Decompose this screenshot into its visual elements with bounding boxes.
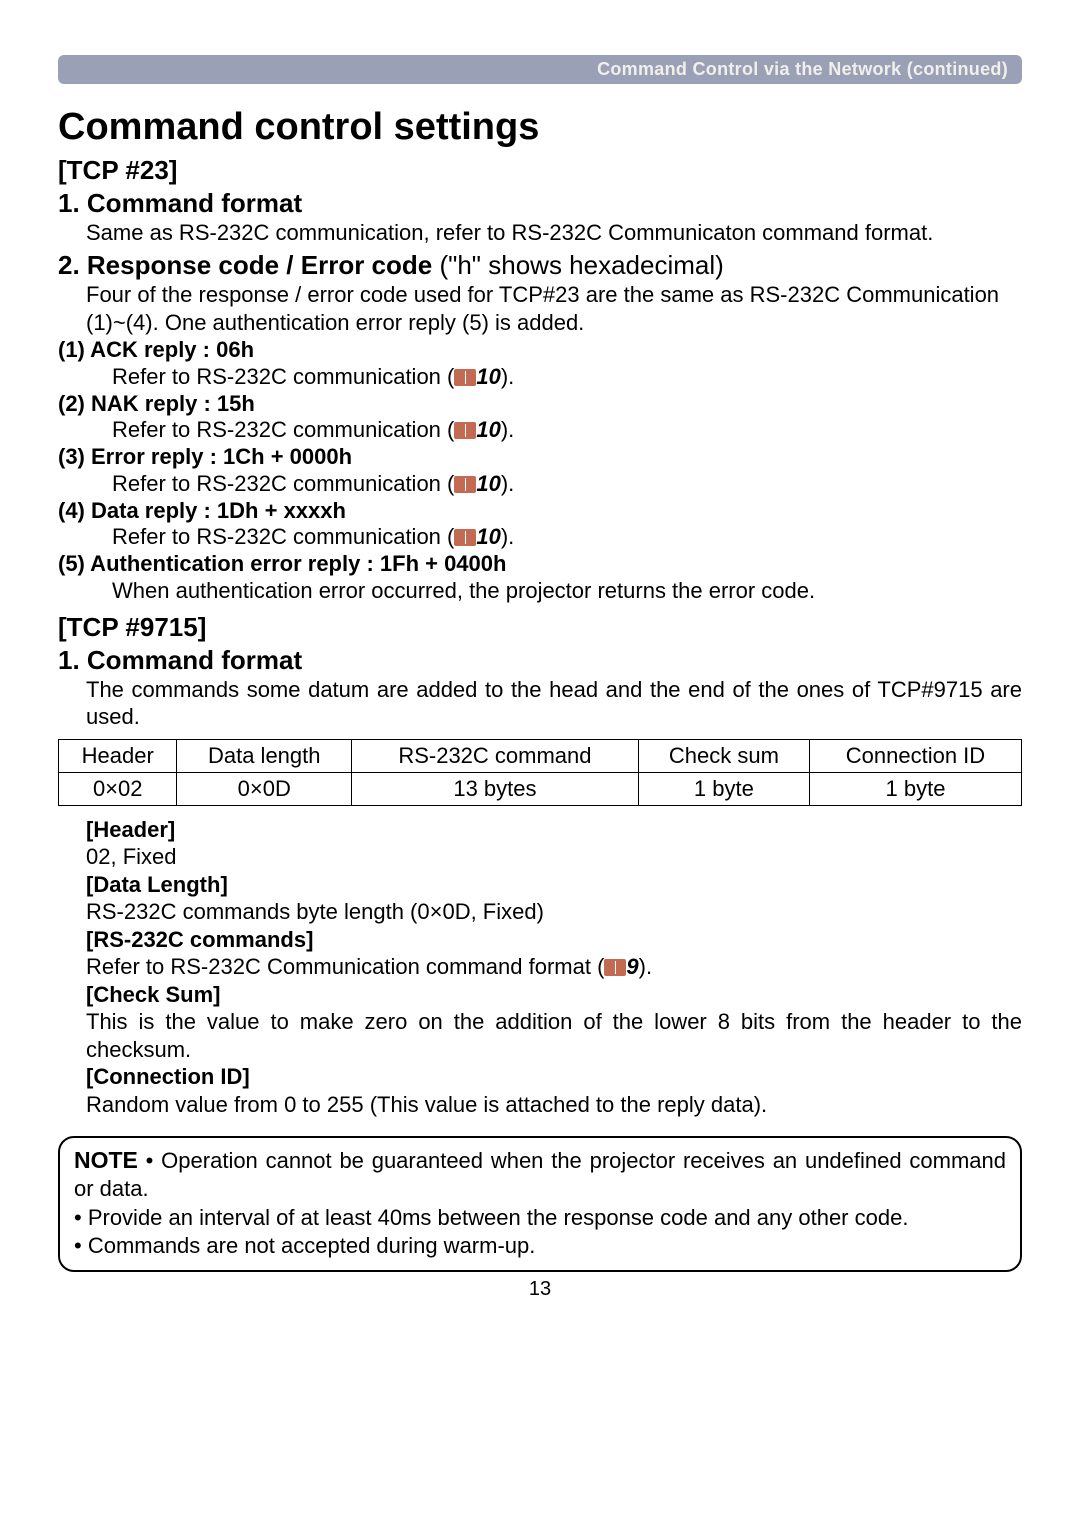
reply-item-title: (1) ACK reply : 06h: [58, 336, 1022, 364]
reply-item-ref-text: Refer to RS-232C communication (: [112, 417, 454, 442]
def-label-header: [Header]: [86, 816, 1022, 844]
reply-item-ref: Refer to RS-232C communication ( 10).: [112, 364, 1022, 390]
tcp9715-heading: [TCP #9715]: [58, 612, 1022, 643]
book-icon: [454, 369, 476, 386]
def-text-rs232c-post: ).: [639, 954, 652, 979]
page-title: Command control settings: [58, 106, 1022, 149]
reply-item-title: (4) Data reply : 1Dh + xxxxh: [58, 497, 1022, 525]
table-header-cell: Check sum: [638, 739, 809, 772]
reply-item-ref: Refer to RS-232C communication ( 10).: [112, 524, 1022, 550]
reply-item-ref-text: Refer to RS-232C communication (: [112, 471, 454, 496]
tcp23-s2-heading-rest: ("h" shows hexadecimal): [432, 250, 724, 280]
tcp23-s1-body: Same as RS-232C communication, refer to …: [86, 219, 1022, 247]
page-ref: 10: [476, 417, 500, 442]
table-header-cell: Connection ID: [809, 739, 1021, 772]
def-label-connid: [Connection ID]: [86, 1063, 1022, 1091]
tcp9715-s1-heading: 1. Command format: [58, 645, 1022, 676]
def-label-datalen: [Data Length]: [86, 871, 1022, 899]
table-header-cell: Header: [59, 739, 177, 772]
reply-item-ref-close: ).: [501, 524, 514, 549]
def-text-checksum: This is the value to make zero on the ad…: [86, 1008, 1022, 1063]
def-label-checksum: [Check Sum]: [86, 981, 1022, 1009]
table-cell: 13 bytes: [352, 772, 639, 805]
note-line-2: • Provide an interval of at least 40ms b…: [74, 1204, 1006, 1232]
def-text-connid: Random value from 0 to 255 (This value i…: [86, 1091, 1022, 1119]
page-number: 13: [58, 1278, 1022, 1301]
table-cell: 0×02: [59, 772, 177, 805]
table-row: Header Data length RS-232C command Check…: [59, 739, 1022, 772]
book-icon: [604, 959, 626, 976]
breadcrumb-bar: Command Control via the Network (continu…: [58, 55, 1022, 84]
reply-item-ref-close: ).: [501, 471, 514, 496]
reply-item-ref-text: When authentication error occurred, the …: [112, 578, 815, 603]
reply-item-ref-text: Refer to RS-232C communication (: [112, 524, 454, 549]
page-ref: 10: [476, 364, 500, 389]
reply-item-ref: Refer to RS-232C communication ( 10).: [112, 417, 1022, 443]
reply-item-title: (3) Error reply : 1Ch + 0000h: [58, 443, 1022, 471]
table-row: 0×02 0×0D 13 bytes 1 byte 1 byte: [59, 772, 1022, 805]
def-label-rs232c: [RS-232C commands]: [86, 926, 1022, 954]
note-line1-text: • Operation cannot be guaranteed when th…: [74, 1148, 1006, 1201]
book-icon: [454, 476, 476, 493]
reply-item-title: (5) Authentication error reply : 1Fh + 0…: [58, 550, 1022, 578]
note-label: NOTE: [74, 1147, 138, 1173]
page-ref: 10: [476, 471, 500, 496]
tcp23-heading: [TCP #23]: [58, 155, 1022, 186]
def-text-rs232c: Refer to RS-232C Communication command f…: [86, 953, 1022, 981]
tcp23-s2-heading: 2. Response code / Error code: [58, 250, 432, 280]
tcp9715-s1-body: The commands some datum are added to the…: [86, 676, 1022, 731]
reply-item-ref-close: ).: [501, 364, 514, 389]
table-cell: 1 byte: [809, 772, 1021, 805]
page-ref: 9: [626, 954, 638, 979]
page-ref: 10: [476, 524, 500, 549]
note-box: NOTE • Operation cannot be guaranteed wh…: [58, 1136, 1022, 1272]
book-icon: [454, 422, 476, 439]
table-cell: 0×0D: [177, 772, 352, 805]
command-format-table: Header Data length RS-232C command Check…: [58, 739, 1022, 806]
def-text-rs232c-pre: Refer to RS-232C Communication command f…: [86, 954, 604, 979]
note-line-1: NOTE • Operation cannot be guaranteed wh…: [74, 1146, 1006, 1204]
breadcrumb-text: Command Control via the Network (continu…: [597, 59, 1008, 80]
reply-item-ref-text: Refer to RS-232C communication (: [112, 364, 454, 389]
table-header-cell: Data length: [177, 739, 352, 772]
table-header-cell: RS-232C command: [352, 739, 639, 772]
book-icon: [454, 529, 476, 546]
reply-item-ref-close: ).: [501, 417, 514, 442]
reply-item-title: (2) NAK reply : 15h: [58, 390, 1022, 418]
reply-item-ref: Refer to RS-232C communication ( 10).: [112, 471, 1022, 497]
table-cell: 1 byte: [638, 772, 809, 805]
tcp23-s2-body1: Four of the response / error code used f…: [86, 281, 1022, 336]
def-text-datalen: RS-232C commands byte length (0×0D, Fixe…: [86, 898, 1022, 926]
note-line-3: • Commands are not accepted during warm-…: [74, 1232, 1006, 1260]
reply-item-ref: When authentication error occurred, the …: [112, 578, 1022, 604]
def-text-header: 02, Fixed: [86, 843, 1022, 871]
tcp23-s1-heading: 1. Command format: [58, 188, 1022, 219]
